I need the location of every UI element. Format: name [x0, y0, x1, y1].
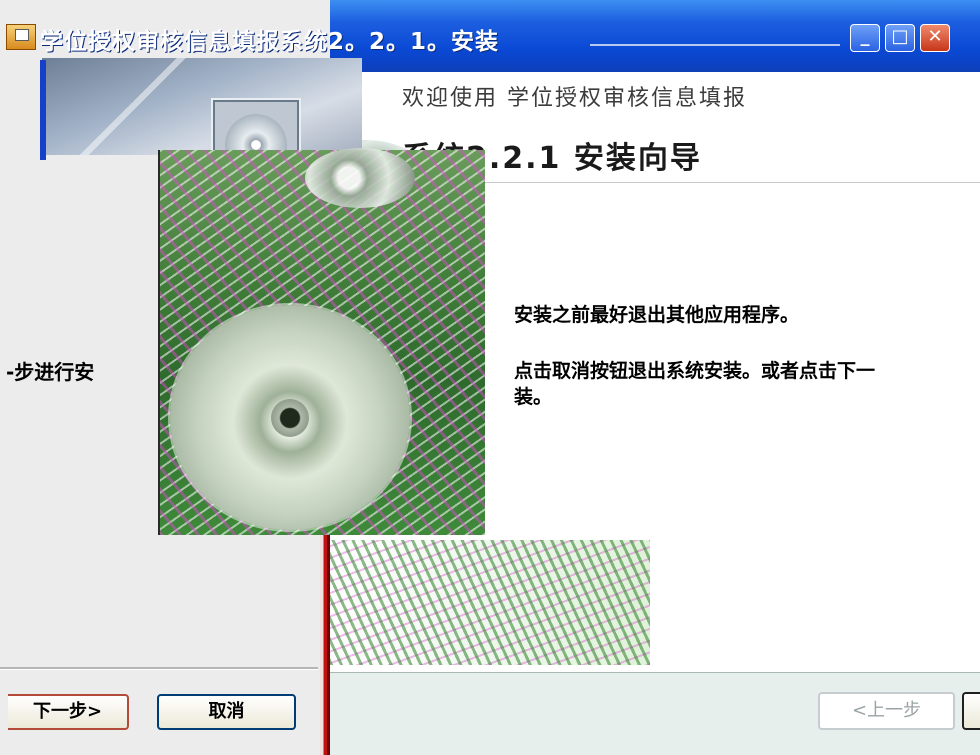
back-button[interactable]: <上一步	[818, 692, 955, 730]
setup-app-icon	[6, 24, 36, 50]
cd-disc-icon	[170, 305, 410, 530]
title-underline	[590, 44, 840, 46]
close-button[interactable]: ✕	[920, 24, 950, 52]
cancel-instruction-continued: 装。	[514, 386, 553, 408]
maximize-button[interactable]: □	[885, 24, 915, 52]
desktop: 欢迎使用 学位授权审核信息填报 系统2.2.1 安装向导 安装之前最好退出其他应…	[0, 0, 980, 755]
next-button-partial[interactable]	[962, 692, 980, 730]
close-apps-instruction: 安装之前最好退出其他应用程序。	[514, 304, 800, 326]
divider	[0, 667, 318, 670]
cancel-button[interactable]: 取消	[157, 694, 296, 730]
small-cd-icon	[305, 148, 415, 208]
window-title: 学位授权审核信息填报系统2。2。1。安装	[40, 29, 500, 55]
cancel-instruction: 点击取消按钮退出系统安装。或者点击下一	[514, 360, 876, 382]
header-line-1: 欢迎使用 学位授权审核信息填报	[402, 86, 747, 111]
next-step-instruction-fragment: -步进行安	[6, 360, 95, 384]
window-edge-red	[320, 533, 330, 755]
minimize-button[interactable]: _	[850, 24, 880, 52]
next-button[interactable]: 下一步>	[8, 694, 129, 730]
window-edge	[40, 60, 46, 160]
cd-hole	[271, 399, 309, 437]
install-banner-image-fragment	[330, 540, 650, 665]
